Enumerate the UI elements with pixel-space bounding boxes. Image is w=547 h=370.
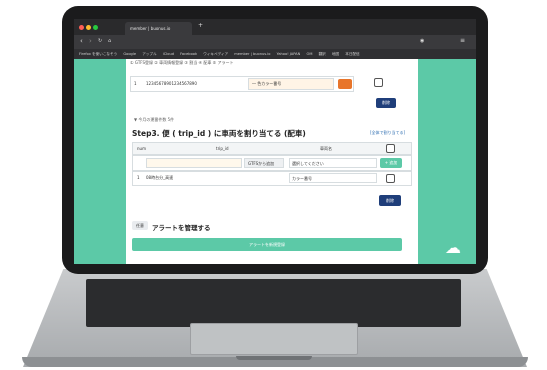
browser-screen: member | buonus.io + ‹ › ↻ ⌂ gtfs.bus/me…	[74, 19, 476, 264]
new-alert-button[interactable]: アラートを新規登録	[132, 238, 402, 251]
browser-tab[interactable]: member | buonus.io	[125, 22, 192, 35]
row-trip: 08時台分_高速	[146, 175, 174, 180]
row-index: 1	[134, 81, 137, 86]
bookmark-item[interactable]: Yahoo! JAPAN	[277, 52, 301, 56]
row-index: 1	[137, 175, 140, 180]
account-icon[interactable]: ◉	[420, 38, 424, 44]
back-icon[interactable]: ‹	[80, 37, 83, 45]
breadcrumb: ① GTFS登録 ② 車両情報登録 ③ 割当 ④ 配車 ⑤ アラート	[130, 60, 234, 65]
bookmark-item[interactable]: アップル	[142, 52, 156, 56]
col-vehicle: 車両名	[320, 146, 332, 151]
step3-title: Step3. 便 ( trip_id ) に車両を割り当てる (配車)	[132, 129, 306, 138]
trip-input[interactable]	[146, 158, 242, 168]
cloud-icon: ☁	[445, 238, 461, 257]
collapse-note[interactable]: ▼ 今月の運番件数 5件	[134, 117, 174, 123]
bus-icon	[338, 79, 352, 89]
laptop-keyboard	[86, 279, 461, 327]
bookmark-item[interactable]: OM	[306, 52, 312, 56]
forward-icon[interactable]: ›	[89, 37, 92, 45]
vehicle-select-value: 選択してください	[292, 161, 324, 166]
add-button[interactable]: + 追加	[380, 158, 402, 168]
step3-delete-button[interactable]: 削除	[379, 195, 401, 206]
row-vehicle-value: カラー番号	[292, 176, 312, 181]
col-trip: trip_id	[216, 146, 229, 151]
assign-all-link[interactable]: [全体で割り当てる]	[370, 130, 405, 136]
bookmark-item[interactable]: Firefox を使いこなそう	[79, 52, 117, 56]
laptop-trackpad	[190, 323, 358, 355]
address-bar: ‹ › ↻ ⌂ gtfs.bus/member/ ◉ ≡	[74, 35, 476, 63]
bookmarks-bar: Firefox を使いこなそう Google アップル iCloud Faceb…	[74, 49, 476, 59]
table-header	[132, 142, 412, 155]
home-icon[interactable]: ⌂	[108, 38, 111, 44]
row-code: 12345678901234567890	[146, 81, 197, 86]
maximize-window-icon[interactable]	[93, 25, 98, 30]
laptop-notch	[236, 356, 312, 360]
row-checkbox[interactable]	[386, 174, 395, 183]
row-checkbox[interactable]	[374, 78, 383, 87]
bookmark-item[interactable]: 本日配信	[345, 52, 359, 56]
delete-button[interactable]: 削除	[376, 98, 396, 108]
bookmark-item[interactable]: Google	[123, 52, 136, 56]
bookmark-item[interactable]: member | buonus.io	[234, 52, 270, 56]
alert-title: アラートを管理する	[152, 224, 211, 232]
minimize-window-icon[interactable]	[86, 25, 91, 30]
bookmark-item[interactable]: 地図	[332, 52, 339, 56]
new-tab-icon[interactable]: +	[198, 22, 203, 29]
gtfs-add-label: GTFSから追加	[248, 161, 275, 166]
header-checkbox[interactable]	[386, 144, 395, 153]
bookmark-item[interactable]: 翻訳	[319, 52, 326, 56]
bookmark-item[interactable]: ウィキペディア	[203, 52, 228, 56]
tab-bar: member | buonus.io +	[74, 19, 476, 35]
col-num: num	[137, 146, 146, 151]
color-select-value: ― 色カラー番号	[252, 81, 282, 86]
reload-icon[interactable]: ↻	[98, 38, 102, 44]
menu-icon[interactable]: ≡	[460, 37, 465, 44]
close-window-icon[interactable]	[79, 25, 84, 30]
optional-badge: 任意	[132, 221, 148, 230]
bookmark-item[interactable]: Facebook	[180, 52, 197, 56]
bookmark-item[interactable]: iCloud	[163, 52, 174, 56]
